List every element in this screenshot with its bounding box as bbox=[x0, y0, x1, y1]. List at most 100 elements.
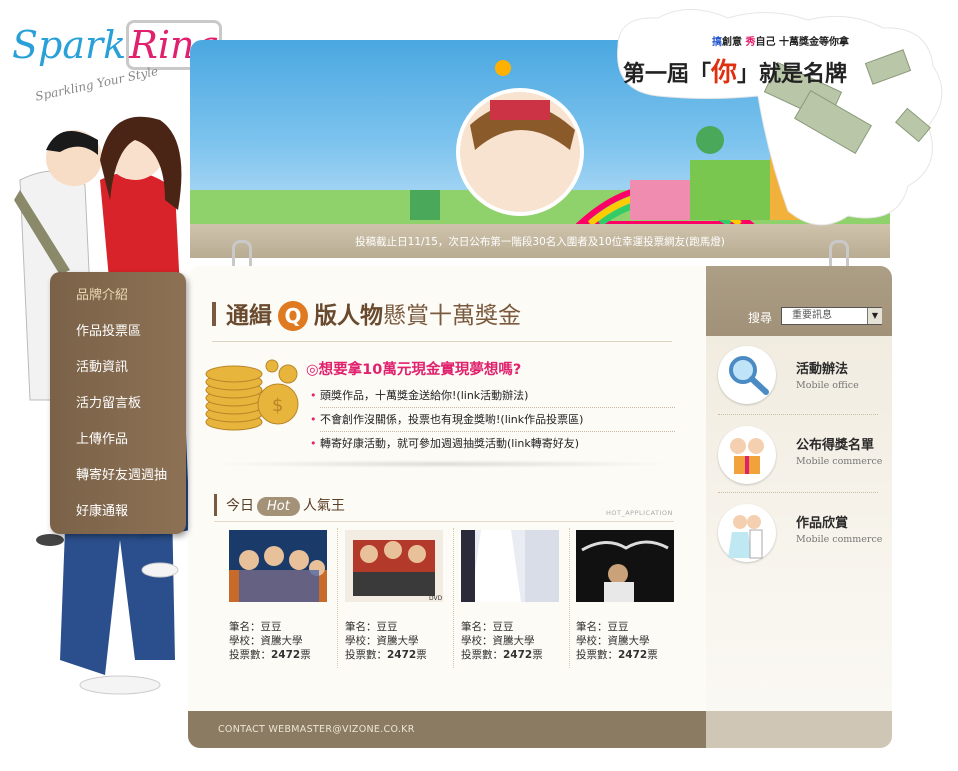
bullet-icon: • bbox=[310, 413, 317, 426]
pen-label: 筆名： bbox=[229, 621, 261, 633]
pen-label: 筆名： bbox=[461, 621, 493, 633]
side-item-winners[interactable]: 公布得獎名單 Mobile commerce bbox=[796, 434, 882, 467]
side-item-title: 公布得獎名單 bbox=[796, 438, 875, 453]
slogan-word-chuangyi: 創意 bbox=[722, 37, 746, 48]
pen-name: 豆豆 bbox=[260, 621, 282, 633]
menu-item-message-board[interactable]: 活力留言板 bbox=[50, 388, 186, 420]
votes-unit: 票 bbox=[300, 649, 311, 661]
side-item-title: 作品欣賞 bbox=[796, 516, 849, 531]
card-separator bbox=[569, 528, 571, 668]
magnifier-graphic bbox=[729, 356, 769, 395]
card-votes-row: 投票數：2472票 bbox=[345, 648, 445, 662]
card-votes-row: 投票數：2472票 bbox=[229, 648, 329, 662]
promo-shadow bbox=[208, 460, 678, 468]
votes-label: 投票數： bbox=[229, 649, 271, 661]
divider bbox=[212, 341, 672, 342]
card-school-row: 學校：資騰大學 bbox=[229, 634, 329, 648]
slogan-title-b: 」就是名牌 bbox=[737, 61, 848, 87]
hot-pill-badge: Hot bbox=[257, 497, 300, 516]
card-pen-row: 筆名：豆豆 bbox=[576, 620, 676, 634]
side-divider bbox=[718, 492, 878, 494]
hot-card[interactable]: DVD 筆名：豆豆 學校：資騰大學 投票數：2472票 bbox=[345, 530, 445, 662]
slogan-title: 第一屆「你」就是名牌 bbox=[623, 52, 847, 89]
menu-item-event-info[interactable]: 活動資訊 bbox=[50, 352, 186, 384]
promo-item[interactable]: • 頭獎作品，十萬獎金送給你!(link活動辦法) bbox=[310, 385, 675, 408]
card-separator bbox=[337, 528, 339, 668]
hot-card[interactable]: 筆名：豆豆 學校：資騰大學 投票數：2472票 bbox=[229, 530, 329, 662]
slogan-word-rest: 自己 十萬獎金等你拿 bbox=[755, 37, 849, 48]
votes-label: 投票數： bbox=[345, 649, 387, 661]
right-sidebar-header bbox=[706, 266, 892, 336]
side-item-gallery[interactable]: 作品欣賞 Mobile commerce bbox=[796, 512, 882, 545]
card-pen-row: 筆名：豆豆 bbox=[229, 620, 329, 634]
hot-accent-bar bbox=[214, 494, 217, 516]
promo-headline: ◎想要拿10萬元現金實現夢想嗎? bbox=[306, 362, 522, 378]
page-title: 通緝 Q 版人物懸賞十萬獎金 bbox=[226, 296, 521, 331]
hot-title-today: 今日 bbox=[226, 498, 254, 514]
promo-item-text: 轉寄好康活動，就可參加週週抽獎活動(link轉寄好友) bbox=[320, 437, 580, 450]
hot-application-tag: HOT_APPLICATION bbox=[606, 509, 673, 517]
side-divider bbox=[718, 414, 878, 416]
work-thumbnail[interactable] bbox=[576, 530, 674, 602]
school-name: 資騰大學 bbox=[376, 635, 419, 647]
card-info: 筆名：豆豆 學校：資騰大學 投票數：2472票 bbox=[229, 620, 329, 662]
votes-count: 2472 bbox=[387, 649, 417, 661]
title-part-2: 版人物 bbox=[314, 303, 383, 329]
card-votes-row: 投票數：2472票 bbox=[576, 648, 676, 662]
votes-label: 投票數： bbox=[461, 649, 503, 661]
slogan-word-gao: 搞 bbox=[712, 37, 722, 48]
search-label: 搜尋 bbox=[748, 311, 773, 325]
magnifier-icon[interactable] bbox=[718, 346, 776, 404]
work-thumbnail[interactable] bbox=[229, 530, 327, 602]
slogan-title-a: 第一屆「 bbox=[623, 61, 712, 87]
title-part-1: 通緝 bbox=[226, 303, 272, 329]
promo-item-text: 頭獎作品，十萬獎金送給你!(link活動辦法) bbox=[320, 389, 529, 402]
menu-item-upload[interactable]: 上傳作品 bbox=[50, 424, 186, 456]
menu-item-vote-area[interactable]: 作品投票區 bbox=[50, 316, 186, 348]
side-item-subtitle: Mobile office bbox=[796, 380, 859, 391]
menu-item-good-news[interactable]: 好康通報 bbox=[50, 496, 186, 528]
hot-card[interactable]: 筆名：豆豆 學校：資騰大學 投票數：2472票 bbox=[461, 530, 561, 662]
logo-tagline: Sparkling Your Style bbox=[34, 63, 160, 104]
bullet-icon: • bbox=[310, 389, 317, 402]
side-item-subtitle: Mobile commerce bbox=[796, 534, 883, 545]
school-label: 學校： bbox=[229, 635, 261, 647]
pen-label: 筆名： bbox=[345, 621, 377, 633]
card-pen-row: 筆名：豆豆 bbox=[461, 620, 561, 634]
wedding-couple-graphic bbox=[728, 515, 763, 559]
side-item-subtitle: Mobile commerce bbox=[796, 456, 883, 467]
pen-name: 豆豆 bbox=[376, 621, 398, 633]
gift-couple-graphic bbox=[730, 438, 764, 474]
chevron-down-icon[interactable]: ▼ bbox=[867, 308, 882, 324]
hot-title-popular: 人氣王 bbox=[302, 498, 345, 514]
left-menu: 品牌介紹 作品投票區 活動資訊 活力留言板 上傳作品 轉寄好友週週抽 好康通報 bbox=[50, 272, 186, 534]
gift-couple-icon[interactable] bbox=[718, 426, 776, 484]
pen-label: 筆名： bbox=[576, 621, 608, 633]
votes-count: 2472 bbox=[271, 649, 301, 661]
work-thumbnail[interactable]: DVD bbox=[345, 530, 443, 602]
school-name: 資騰大學 bbox=[260, 635, 303, 647]
wedding-couple-icon[interactable] bbox=[718, 504, 776, 562]
card-school-row: 學校：資騰大學 bbox=[576, 634, 676, 648]
votes-label: 投票數： bbox=[576, 649, 618, 661]
divider bbox=[214, 521, 674, 522]
school-label: 學校： bbox=[461, 635, 493, 647]
school-name: 資騰大學 bbox=[492, 635, 535, 647]
menu-item-brand-intro[interactable]: 品牌介紹 bbox=[50, 280, 186, 312]
side-item-rules[interactable]: 活動辦法 Mobile office bbox=[796, 358, 859, 391]
card-school-row: 學校：資騰大學 bbox=[345, 634, 445, 648]
card-school-row: 學校：資騰大學 bbox=[461, 634, 561, 648]
promo-item[interactable]: • 不會創作沒關係，投票也有現金獎喲!(link作品投票區) bbox=[310, 409, 675, 432]
bullet-icon: • bbox=[310, 437, 317, 450]
contact-email-link[interactable]: CONTACT WEBMASTER@VIZONE.CO.KR bbox=[218, 724, 415, 735]
slogan-title-ni: 你 bbox=[711, 58, 738, 88]
card-info: 筆名：豆豆 學校：資騰大學 投票數：2472票 bbox=[345, 620, 445, 662]
q-badge-icon: Q bbox=[278, 301, 308, 331]
school-name: 資騰大學 bbox=[607, 635, 650, 647]
hot-card[interactable]: 筆名：豆豆 學校：資騰大學 投票數：2472票 bbox=[576, 530, 676, 662]
menu-item-forward-friends[interactable]: 轉寄好友週週抽 bbox=[50, 460, 186, 492]
pen-name: 豆豆 bbox=[607, 621, 629, 633]
promo-item[interactable]: • 轉寄好康活動，就可參加週週抽獎活動(link轉寄好友) bbox=[310, 433, 675, 455]
work-thumbnail[interactable] bbox=[461, 530, 559, 602]
svg-text:DVD: DVD bbox=[429, 595, 443, 602]
